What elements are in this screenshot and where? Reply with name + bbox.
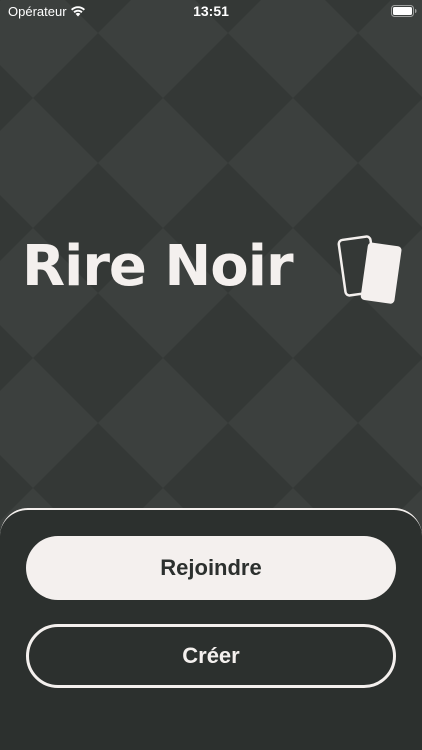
- home-screen: Opérateur 13:51 Rire Noir Rejoindre Crée…: [0, 0, 422, 750]
- app-logo-text: Rire Noir: [22, 234, 294, 299]
- clock-label: 13:51: [193, 3, 229, 19]
- cards-icon: [337, 235, 402, 304]
- status-bar: Opérateur 13:51: [0, 0, 422, 24]
- battery-icon: [391, 5, 417, 17]
- app-logo: Rire Noir: [22, 228, 402, 310]
- join-button[interactable]: Rejoindre: [26, 536, 396, 600]
- create-button[interactable]: Créer: [26, 624, 396, 688]
